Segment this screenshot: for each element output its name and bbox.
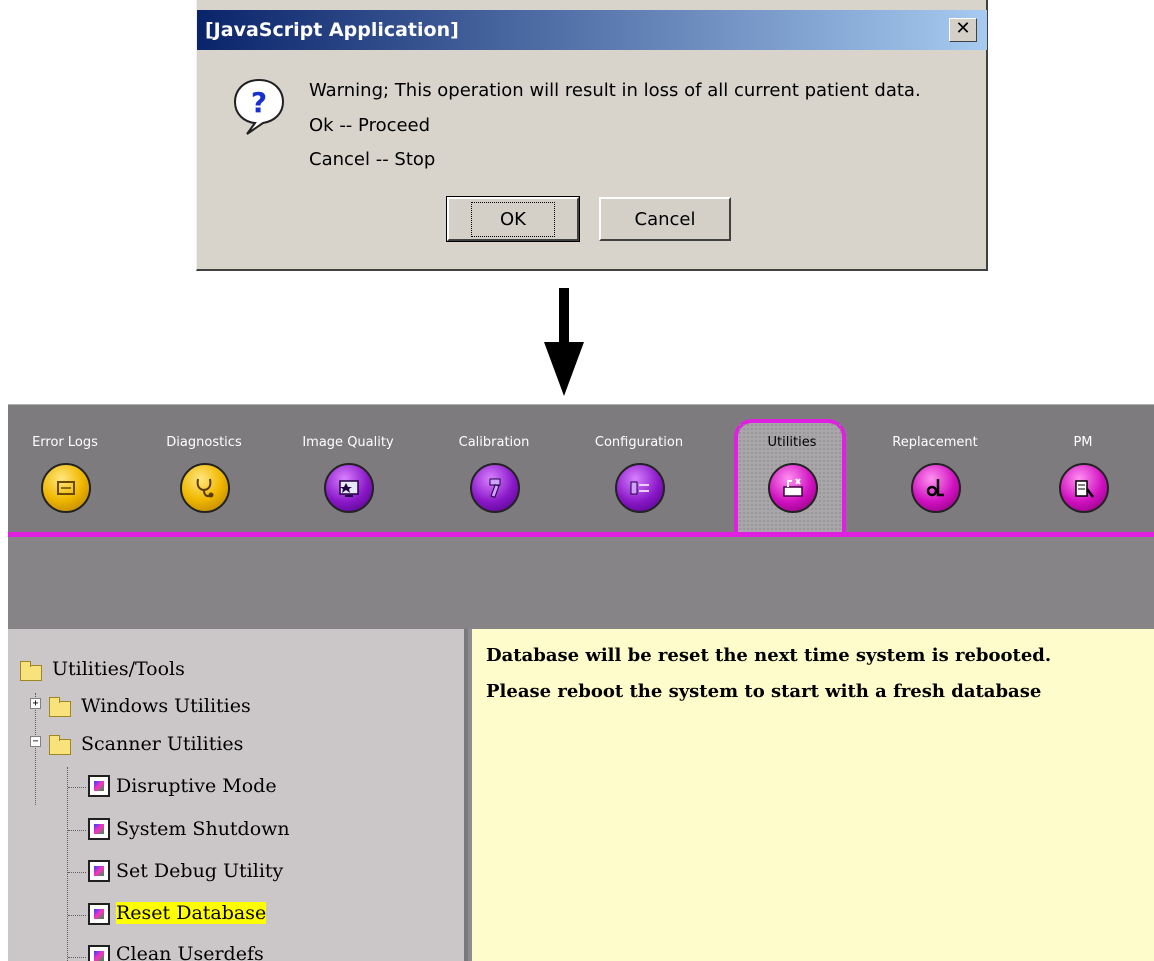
- document-icon: [88, 860, 110, 882]
- tab-label: Utilities: [767, 435, 817, 450]
- toolbar-area: [8, 537, 1154, 629]
- status-message: Database will be reset the next time sys…: [486, 645, 1052, 666]
- tab-bar: Error Logs Diagnostics Image Quality Cal…: [8, 405, 1154, 537]
- cancel-button[interactable]: Cancel: [599, 197, 731, 241]
- dialog-title: [JavaScript Application]: [205, 19, 459, 41]
- tab-label: Configuration: [594, 435, 684, 450]
- tree-item-clean-userdefs[interactable]: Clean Userdefs: [116, 943, 264, 961]
- tab-calibration[interactable]: Calibration: [439, 435, 549, 535]
- tree-connector: [68, 957, 86, 958]
- dialog-message-ok-hint: Ok -- Proceed: [309, 115, 431, 136]
- tab-label: Replacement: [892, 435, 978, 450]
- tab-pm[interactable]: PM: [1028, 435, 1138, 535]
- document-icon: [88, 818, 110, 840]
- utilities-icon: [768, 463, 818, 513]
- configuration-icon: [615, 463, 665, 513]
- close-button[interactable]: ✕: [949, 18, 977, 42]
- document-icon: [88, 903, 110, 925]
- tree-connector: [68, 872, 86, 873]
- dialog-titlebar[interactable]: [JavaScript Application] ✕: [197, 10, 987, 50]
- tab-configuration[interactable]: Configuration: [584, 435, 694, 535]
- close-icon: ✕: [955, 18, 971, 39]
- calibration-icon: [470, 463, 520, 513]
- tree-item-system-shutdown[interactable]: System Shutdown: [116, 818, 290, 840]
- tree-group-windows-utilities[interactable]: Windows Utilities: [81, 695, 251, 717]
- collapse-icon[interactable]: −: [30, 736, 41, 747]
- tree-connector: [68, 787, 86, 788]
- tab-image-quality[interactable]: Image Quality: [293, 435, 403, 535]
- open-folder-icon: [20, 661, 42, 681]
- question-icon: ?: [233, 78, 285, 135]
- tree-connector: [67, 767, 68, 961]
- down-arrow-icon: [544, 288, 584, 396]
- service-window: Error Logs Diagnostics Image Quality Cal…: [8, 404, 1154, 961]
- image-quality-icon: [324, 463, 374, 513]
- ok-button-label: OK: [471, 201, 555, 237]
- dialog-message: Warning; This operation will result in l…: [309, 80, 921, 101]
- figure: [JavaScript Application] ✕ ? Warning; Th…: [0, 0, 1154, 961]
- tree-item-reset-database[interactable]: Reset Database: [116, 902, 267, 924]
- tab-label: PM: [1073, 435, 1093, 450]
- svg-text:?: ?: [251, 86, 267, 119]
- tree-connector: [35, 693, 36, 805]
- expand-icon[interactable]: +: [30, 698, 41, 709]
- javascript-dialog: [JavaScript Application] ✕ ? Warning; Th…: [196, 0, 988, 271]
- error-log-icon: [41, 463, 91, 513]
- content-pane: Database will be reset the next time sys…: [472, 629, 1154, 961]
- open-folder-icon: [49, 735, 71, 755]
- tree-item-set-debug-utility[interactable]: Set Debug Utility: [116, 860, 283, 882]
- tab-label: Diagnostics: [166, 435, 242, 450]
- tree-connector: [68, 915, 86, 916]
- tab-error-logs[interactable]: Error Logs: [10, 435, 120, 535]
- tab-label: Error Logs: [32, 435, 98, 450]
- ok-button[interactable]: OK: [446, 196, 580, 242]
- pm-icon: [1059, 463, 1109, 513]
- tab-label: Image Quality: [302, 435, 394, 450]
- tree-item-disruptive-mode[interactable]: Disruptive Mode: [116, 775, 277, 797]
- tab-label: Calibration: [458, 435, 530, 450]
- stethoscope-icon: [180, 463, 230, 513]
- tab-diagnostics[interactable]: Diagnostics: [149, 435, 259, 535]
- replacement-icon: [911, 463, 961, 513]
- tree-root[interactable]: Utilities/Tools: [52, 658, 185, 680]
- dialog-message-cancel-hint: Cancel -- Stop: [309, 149, 436, 170]
- tree-pane: Utilities/Tools + Windows Utilities − Sc…: [8, 629, 468, 961]
- tab-replacement[interactable]: Replacement: [880, 435, 990, 535]
- folder-icon: [49, 697, 71, 717]
- tab-utilities[interactable]: Utilities: [737, 435, 847, 535]
- cancel-button-label: Cancel: [634, 208, 696, 230]
- tree-connector: [68, 830, 86, 831]
- document-icon: [88, 775, 110, 797]
- tree-group-scanner-utilities[interactable]: Scanner Utilities: [81, 733, 243, 755]
- document-icon: [88, 945, 110, 961]
- status-message-hint: Please reboot the system to start with a…: [486, 681, 1042, 702]
